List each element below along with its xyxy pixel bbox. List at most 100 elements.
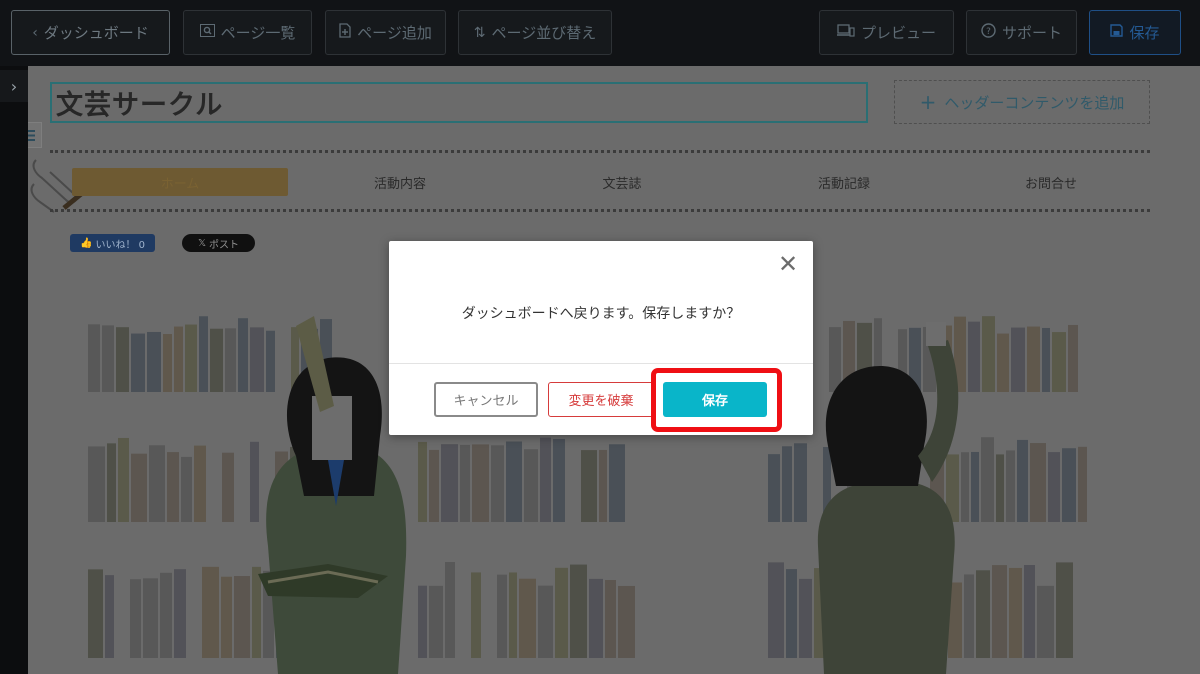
book-spine — [472, 444, 489, 522]
add-page-button[interactable]: ページ追加 — [325, 10, 446, 55]
book-spine — [418, 441, 427, 522]
nav-item-label: ホーム — [160, 176, 200, 192]
book-spine — [1052, 332, 1066, 392]
nav-item-magazine[interactable]: 文芸誌 — [512, 168, 732, 196]
book-spine — [1056, 562, 1073, 658]
book-spine — [250, 327, 264, 392]
book-spine — [491, 445, 504, 522]
plus-icon: + — [919, 90, 937, 114]
book-spine — [88, 324, 100, 392]
book-spine — [1062, 448, 1076, 522]
book-spine — [981, 437, 994, 522]
student-reading-figure — [258, 316, 407, 674]
book-spine — [167, 452, 179, 522]
book-spine — [976, 570, 990, 658]
book-spine — [131, 453, 147, 522]
support-label: サポート — [1001, 24, 1062, 42]
support-button[interactable]: ? サポート — [966, 10, 1077, 55]
add-header-content-label: ヘッダーコンテンツを追加 — [944, 93, 1125, 112]
book-spine — [992, 565, 1007, 658]
thumbs-up-icon: 👍 — [80, 237, 93, 249]
side-panel-toggle[interactable]: › — [0, 70, 28, 102]
back-label: ダッシュボード — [43, 24, 149, 42]
book-spine — [1030, 443, 1046, 522]
book-spine — [506, 441, 522, 522]
book-spine — [102, 325, 114, 392]
book-spine — [149, 445, 165, 522]
book-spine — [107, 443, 116, 522]
cancel-button[interactable]: キャンセル — [434, 382, 538, 417]
sort-pages-label: ページ並び替え — [491, 24, 597, 42]
book-spine — [210, 328, 223, 392]
book-spine — [131, 333, 145, 392]
book-spine — [997, 333, 1009, 392]
book-spine — [609, 444, 625, 522]
book-spine — [221, 576, 232, 658]
book-spine — [553, 438, 565, 522]
discard-changes-button[interactable]: 変更を破棄 — [548, 382, 654, 417]
global-nav: ホーム 活動内容 文芸誌 活動記録 お問合せ — [50, 150, 1150, 212]
nav-item-records[interactable]: 活動記録 — [734, 168, 954, 196]
book-spine — [174, 569, 186, 658]
preview-button[interactable]: プレビュー — [819, 10, 954, 55]
sort-pages-button[interactable]: ⇅ ページ並び替え — [458, 10, 612, 55]
x-logo-icon: 𝕏 — [197, 237, 207, 249]
book-spine — [194, 445, 206, 522]
book-spine — [118, 437, 129, 522]
book-spine — [538, 585, 553, 658]
add-header-content-button[interactable]: + ヘッダーコンテンツを追加 — [894, 80, 1150, 124]
book-spine — [163, 334, 172, 392]
book-spine — [570, 564, 587, 658]
book-spine — [445, 562, 455, 658]
book-spine — [429, 585, 443, 658]
discard-label: 変更を破棄 — [568, 394, 634, 409]
book-spine — [996, 454, 1004, 522]
book-spine — [519, 578, 536, 658]
book-spine — [786, 569, 797, 658]
cancel-label: キャンセル — [453, 394, 519, 409]
book-spine — [252, 566, 261, 658]
book-spine — [418, 585, 427, 658]
page-search-icon — [199, 24, 215, 41]
book-spine — [589, 578, 603, 658]
book-spine — [1024, 565, 1035, 658]
hamburger-menu-icon[interactable] — [28, 122, 42, 148]
toolbar-save-button[interactable]: 保存 — [1089, 10, 1181, 55]
page-list-button[interactable]: ページ一覧 — [183, 10, 312, 55]
book-spine — [581, 450, 597, 522]
book-spine — [460, 444, 470, 522]
nav-item-activities[interactable]: 活動内容 — [290, 168, 510, 196]
book-spine — [1068, 324, 1078, 392]
back-to-dashboard-button[interactable]: ‹ ダッシュボード — [11, 10, 170, 55]
book-spine — [799, 578, 812, 658]
book-spine — [199, 316, 208, 392]
book-spine — [1048, 452, 1060, 522]
book-spine — [829, 327, 841, 392]
nav-item-contact[interactable]: お問合せ — [956, 168, 1146, 196]
nav-item-label: 文芸誌 — [602, 176, 642, 192]
nav-item-home[interactable]: ホーム — [72, 168, 288, 196]
book-spine — [618, 585, 635, 658]
close-icon[interactable]: ✕ — [777, 252, 799, 276]
book-spine — [143, 578, 158, 658]
book-spine — [222, 452, 234, 522]
book-spine — [1078, 446, 1087, 522]
preview-label: プレビュー — [860, 24, 936, 42]
side-panel-strip — [0, 66, 28, 674]
book-spine — [160, 572, 172, 658]
book-spine — [88, 446, 105, 522]
book-spine — [116, 327, 129, 392]
nav-item-label: 活動内容 — [373, 176, 426, 192]
post-label: ポスト — [209, 239, 240, 251]
book-spine — [234, 576, 250, 658]
facebook-like-button[interactable]: 👍 いいね！ 0 — [70, 234, 155, 252]
book-spine — [250, 441, 259, 522]
book-spine — [130, 579, 141, 658]
book-spine — [88, 569, 103, 658]
book-spine — [768, 562, 784, 658]
x-post-button[interactable]: 𝕏 ポスト — [182, 234, 255, 252]
site-title-box[interactable]: 文芸サークル — [50, 82, 868, 123]
book-spine — [497, 574, 507, 658]
book-spine — [964, 574, 974, 658]
svg-text:?: ? — [986, 27, 991, 37]
